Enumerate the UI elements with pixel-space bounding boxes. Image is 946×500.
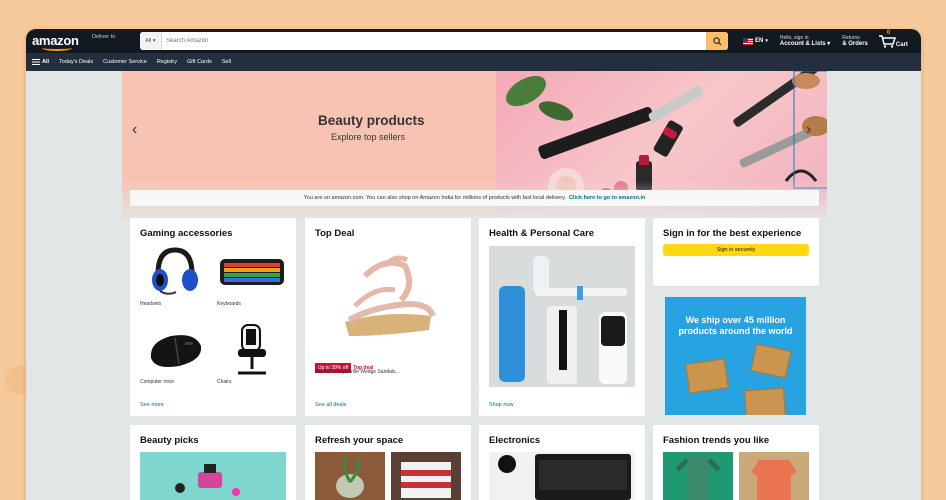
sandal-icon: [345, 255, 436, 336]
nav-sell[interactable]: Sell: [222, 59, 231, 65]
card-title: Refresh your space: [315, 435, 404, 446]
card-title: Health & Personal Care: [489, 228, 595, 239]
deliver-to[interactable]: Deliver to: [92, 34, 136, 40]
package-box-icon: [750, 343, 792, 379]
refresh-image-2[interactable]: [391, 452, 461, 500]
beauty-picks-illustration: [175, 464, 240, 496]
logo-smile-icon: [42, 45, 72, 51]
mouse-icon: [150, 335, 202, 367]
cart-label: Cart: [895, 42, 908, 48]
all-label: All: [42, 59, 50, 65]
quad-caption: Headsets: [140, 301, 162, 307]
fashion-image-2[interactable]: [739, 452, 809, 500]
mouse-image: [140, 322, 210, 378]
language-label: EN: [755, 38, 764, 44]
headset-image: [140, 244, 210, 300]
india-notice-text: You are on amazon.com. You can also shop…: [303, 195, 566, 201]
carousel-prev-arrow-icon[interactable]: ‹: [132, 121, 137, 139]
package-box-icon: [744, 387, 786, 415]
hamburger-icon: [32, 59, 40, 65]
chair-icon: [238, 324, 266, 375]
card-top-deal: Top Deal Up to 39% off Top deal Women's E…: [305, 218, 471, 416]
plant-icon: [336, 454, 364, 498]
shop-now-link[interactable]: Shop now: [489, 402, 513, 408]
package-box-icon: [685, 358, 729, 394]
india-notice-bar: You are on amazon.com. You can also shop…: [130, 190, 819, 206]
fashion-image-1[interactable]: [663, 452, 733, 500]
search-icon: [712, 36, 722, 46]
health-products-image[interactable]: [489, 246, 635, 387]
nav-bar: All Today's Deals Customer Service Regis…: [26, 53, 921, 71]
nav-todays-deals[interactable]: Today's Deals: [59, 59, 93, 65]
account-lists-label: Account & Lists ▾: [779, 41, 831, 47]
quad-item-chairs[interactable]: Chairs: [217, 322, 287, 385]
us-flag-icon: [743, 37, 753, 45]
nav-gift-cards[interactable]: Gift Cards: [187, 59, 212, 65]
quad-item-computer-mice[interactable]: Computer mice: [140, 322, 210, 385]
language-selector[interactable]: EN ▾: [743, 37, 768, 45]
account-lists-text: Account & Lists: [779, 41, 826, 47]
browser-window: amazon Deliver to All ▾ EN▾ Hello, sign …: [26, 29, 921, 500]
quad-caption: Keyboards: [217, 301, 241, 307]
sweater-icon: [751, 460, 797, 500]
card-title: Gaming accessories: [140, 228, 233, 239]
headset-icon: [152, 247, 198, 295]
card-health-personal-care: Health & Personal Care Shop now: [479, 218, 645, 416]
search-button[interactable]: [706, 32, 728, 50]
cart-count: 0: [886, 30, 891, 36]
card-title: Top Deal: [315, 228, 355, 239]
refresh-image-1[interactable]: [315, 452, 385, 500]
laptop-illustration: [498, 454, 631, 500]
card-refresh-your-space: Refresh your space: [305, 425, 471, 500]
nav-customer-service[interactable]: Customer Service: [103, 59, 147, 65]
card-fashion-trends: Fashion trends you like: [653, 425, 819, 500]
carousel-next-arrow-icon[interactable]: ›: [806, 121, 811, 139]
search-category-label: All: [145, 38, 152, 44]
chair-image: [217, 322, 287, 378]
search-category-dropdown[interactable]: All ▾: [140, 32, 162, 50]
card-beauty-picks: Beauty picks: [130, 425, 296, 500]
deal-description[interactable]: Women's Espadrille Wedge Sandals...: [315, 369, 461, 375]
cart-button[interactable]: 0 Cart: [878, 30, 908, 48]
shirt-icon: [675, 456, 721, 500]
quad-caption: Chairs: [217, 379, 232, 385]
sandal-image[interactable]: [325, 246, 451, 350]
card-electronics: Electronics: [479, 425, 645, 500]
towels-icon: [401, 462, 451, 498]
nav-registry[interactable]: Registry: [157, 59, 177, 65]
ship-worldwide-ad[interactable]: We ship over 45 million products around …: [665, 297, 806, 415]
hero-title: Beauty products: [318, 113, 425, 128]
amazon-in-link[interactable]: Click here to go to amazon.in: [569, 195, 645, 201]
card-title: Sign in for the best experience: [663, 228, 802, 239]
see-more-link[interactable]: See more: [140, 402, 164, 408]
ship-ad-text: We ship over 45 million products around …: [678, 315, 793, 336]
quad-item-keyboards[interactable]: Keyboards: [217, 244, 287, 307]
header-bar: amazon Deliver to All ▾ EN▾ Hello, sign …: [26, 29, 921, 53]
search-input[interactable]: [162, 32, 706, 50]
see-all-deals-link[interactable]: See all deals: [315, 402, 347, 408]
card-sign-in: Sign in for the best experience Sign in …: [653, 218, 819, 286]
all-menu-button[interactable]: All: [32, 59, 49, 65]
account-lists-menu[interactable]: Hello, sign in Account & Lists ▾: [780, 35, 830, 47]
returns-orders-link[interactable]: Returns & Orders: [842, 35, 868, 47]
orders-label: & Orders: [842, 41, 868, 47]
health-products-illustration: [499, 256, 627, 384]
search-bar: All ▾: [140, 32, 728, 50]
quad-item-headsets[interactable]: Headsets: [140, 244, 210, 307]
beauty-picks-image[interactable]: [140, 452, 286, 500]
card-title: Beauty picks: [140, 435, 199, 446]
card-title: Fashion trends you like: [663, 435, 770, 446]
cart-icon: [878, 35, 896, 48]
sign-in-securely-button[interactable]: Sign in securely: [663, 244, 809, 256]
hero-subtitle: Explore top sellers: [331, 132, 406, 142]
card-title: Electronics: [489, 435, 541, 446]
amazon-logo[interactable]: amazon: [32, 31, 88, 51]
keyboard-icon: [220, 259, 284, 285]
electronics-image[interactable]: [489, 452, 635, 500]
quad-caption: Computer mice: [140, 379, 174, 385]
keyboard-image: [217, 244, 287, 300]
card-gaming-accessories: Gaming accessories Headsets Keyboards Co…: [130, 218, 296, 416]
